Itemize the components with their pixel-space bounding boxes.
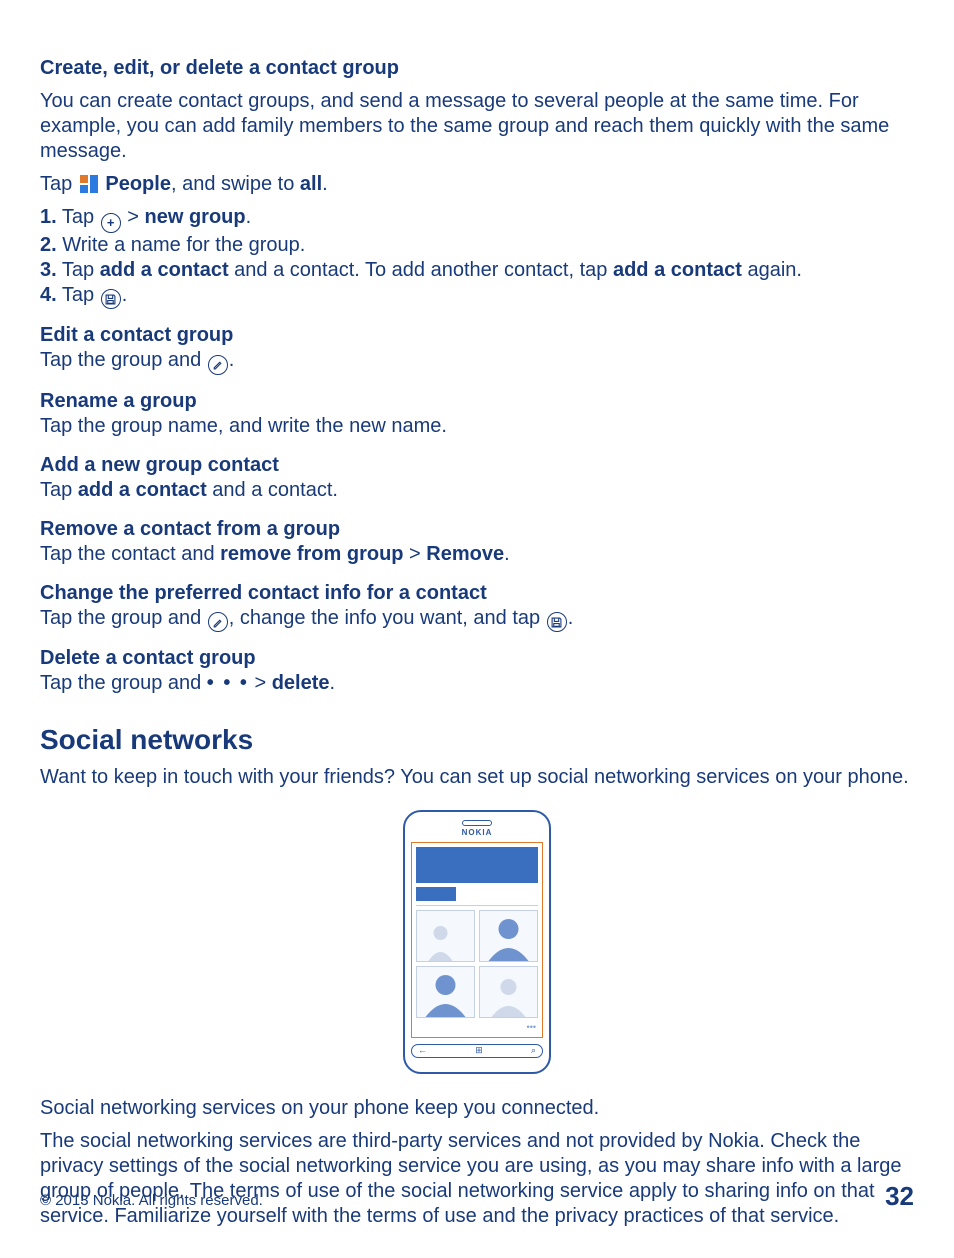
edit-group-block: Edit a contact group Tap the group and . xyxy=(40,323,914,375)
page-number: 32 xyxy=(885,1180,914,1213)
text: Tap the group and xyxy=(40,349,207,371)
phone-outline: NOKIA ••• ← ⊞ ⌕ xyxy=(403,810,551,1074)
text: > xyxy=(249,672,272,694)
subheading: Change the preferred contact info for a … xyxy=(40,581,914,606)
delete-group-block: Delete a contact group Tap the group and… xyxy=(40,646,914,696)
steps-block: 1. Tap > new group. 2. Write a name for … xyxy=(40,205,914,309)
avatar-cell xyxy=(479,966,538,1018)
text: , change the info you want, and tap xyxy=(229,607,546,629)
body: Tap add a contact and a contact. xyxy=(40,478,914,503)
contact-grid xyxy=(416,910,538,1018)
change-preferred-block: Change the preferred contact info for a … xyxy=(40,581,914,633)
sub-bar xyxy=(416,887,456,901)
text: Tap xyxy=(40,173,78,195)
earpiece-icon xyxy=(462,820,492,826)
text: . xyxy=(229,349,235,371)
start-tile-icon xyxy=(80,175,98,193)
text: . xyxy=(568,607,574,629)
text: . xyxy=(122,284,128,306)
phone-navbar: ← ⊞ ⌕ xyxy=(411,1044,543,1058)
subheading: Delete a contact group xyxy=(40,646,914,671)
section-heading-social: Social networks xyxy=(40,722,914,757)
text: again. xyxy=(742,259,802,281)
text: and a contact. To add another contact, t… xyxy=(229,259,613,281)
search-icon: ⌕ xyxy=(531,1045,536,1056)
body: Tap the group and , change the info you … xyxy=(40,606,914,633)
intro-paragraph: You can create contact groups, and send … xyxy=(40,89,914,164)
back-icon: ← xyxy=(418,1045,427,1056)
save-icon xyxy=(101,289,121,309)
text: Tap xyxy=(40,479,78,501)
step-2: 2. Write a name for the group. xyxy=(40,233,914,258)
remove-from-group-label: remove from group xyxy=(220,543,403,565)
more-icon: • • • xyxy=(207,672,249,694)
edit-icon xyxy=(208,612,228,632)
text: and a contact. xyxy=(207,479,338,501)
text: > xyxy=(404,543,427,565)
remove-contact-block: Remove a contact from a group Tap the co… xyxy=(40,517,914,567)
step-num: 3. xyxy=(40,259,57,281)
plus-icon xyxy=(101,213,121,233)
text: Tap the contact and xyxy=(40,543,220,565)
page-content: Create, edit, or delete a contact group … xyxy=(40,56,914,1229)
avatar-cell xyxy=(479,910,538,962)
phone-illustration: NOKIA ••• ← ⊞ ⌕ xyxy=(40,810,914,1074)
add-new-contact-block: Add a new group contact Tap add a contac… xyxy=(40,453,914,503)
page-footer: © 2013 Nokia. All rights reserved. 32 xyxy=(40,1180,914,1213)
text: Tap xyxy=(57,259,100,281)
nokia-brand: NOKIA xyxy=(411,828,543,838)
body: Tap the group and . xyxy=(40,348,914,375)
subheading: Add a new group contact xyxy=(40,453,914,478)
add-contact-label: add a contact xyxy=(100,259,229,281)
rename-group-block: Rename a group Tap the group name, and w… xyxy=(40,389,914,439)
tap-people-line: Tap People, and swipe to all. xyxy=(40,172,914,197)
edit-icon xyxy=(208,355,228,375)
win-icon: ⊞ xyxy=(475,1045,483,1056)
copyright-text: © 2013 Nokia. All rights reserved. xyxy=(40,1192,263,1211)
avatar-cell xyxy=(416,910,475,962)
delete-label: delete xyxy=(272,672,330,694)
text: Tap xyxy=(57,206,100,228)
step-num: 1. xyxy=(40,206,57,228)
save-icon xyxy=(547,612,567,632)
text: , and swipe to xyxy=(171,173,300,195)
all-label: all xyxy=(300,173,322,195)
text: Tap the group and xyxy=(40,672,207,694)
add-contact-label: add a contact xyxy=(613,259,742,281)
social-intro: Want to keep in touch with your friends?… xyxy=(40,765,914,790)
divider xyxy=(416,905,538,906)
social-after-image: Social networking services on your phone… xyxy=(40,1096,914,1121)
subheading: Rename a group xyxy=(40,389,914,414)
phone-screen: ••• xyxy=(411,842,543,1038)
text: . xyxy=(246,206,252,228)
text: Tap xyxy=(57,284,100,306)
remove-label: Remove xyxy=(426,543,504,565)
text: . xyxy=(322,173,328,195)
section-title-create: Create, edit, or delete a contact group xyxy=(40,56,914,81)
step-4: 4. Tap . xyxy=(40,283,914,310)
body: Tap the group name, and write the new na… xyxy=(40,414,914,439)
people-label: People xyxy=(105,173,171,195)
step-1: 1. Tap > new group. xyxy=(40,205,914,233)
screen-more-icon: ••• xyxy=(416,1022,538,1033)
step-num: 4. xyxy=(40,284,57,306)
subheading: Edit a contact group xyxy=(40,323,914,348)
add-contact-label: add a contact xyxy=(78,479,207,501)
step-num: 2. xyxy=(40,234,57,256)
text: Tap the group and xyxy=(40,607,207,629)
header-bar xyxy=(416,847,538,883)
text: . xyxy=(330,672,336,694)
text: > xyxy=(122,206,145,228)
body: Tap the contact and remove from group > … xyxy=(40,542,914,567)
text: Write a name for the group. xyxy=(57,234,306,256)
new-group-label: new group xyxy=(144,206,245,228)
body: Tap the group and • • • > delete. xyxy=(40,671,914,696)
text: . xyxy=(504,543,510,565)
step-3: 3. Tap add a contact and a contact. To a… xyxy=(40,258,914,283)
subheading: Remove a contact from a group xyxy=(40,517,914,542)
avatar-cell xyxy=(416,966,475,1018)
